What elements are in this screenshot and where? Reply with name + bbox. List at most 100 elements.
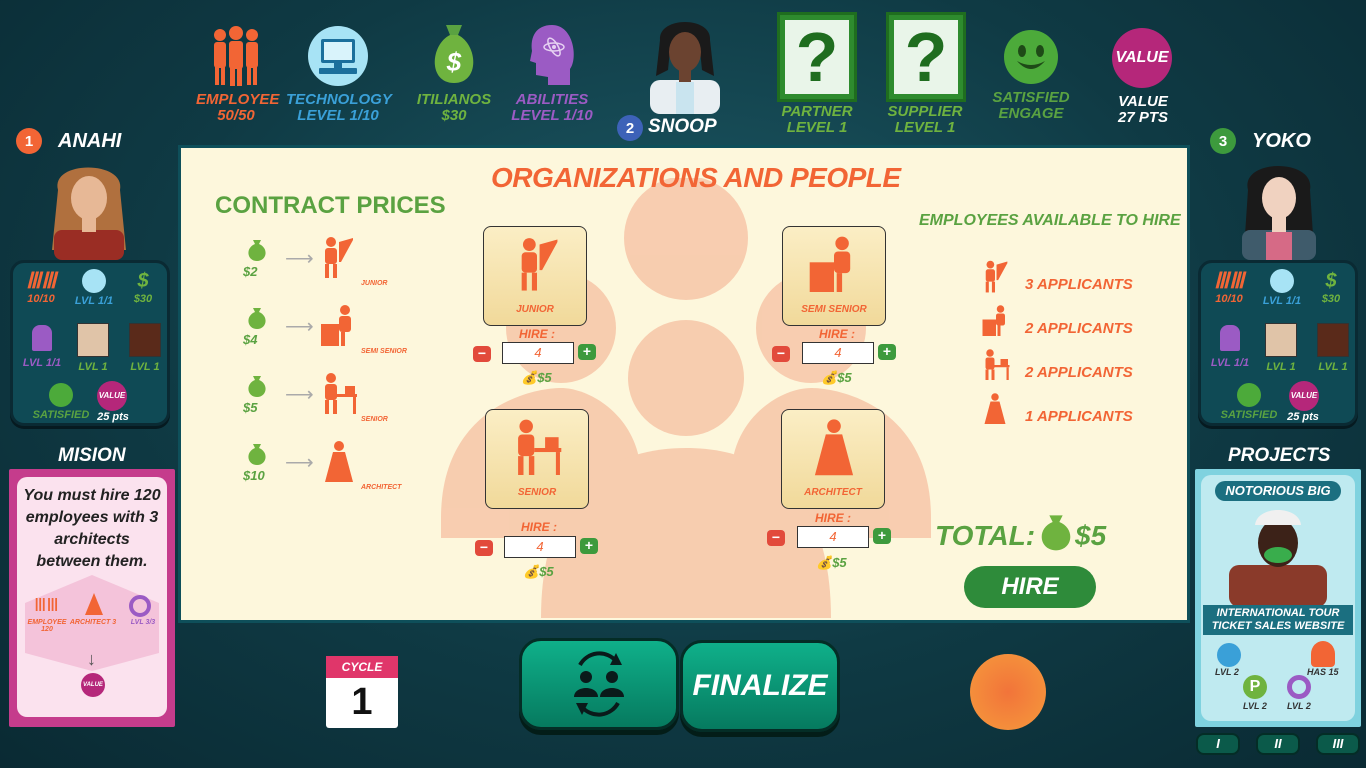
supplier-stat: SUPPLIER LEVEL 1	[872, 104, 978, 136]
price-row-architect: $10 ⟶ ARCHITECT	[243, 440, 403, 496]
project-subtitle: INTERNATIONAL TOUR TICKET SALES WEBSITE	[1203, 605, 1353, 635]
projects-header: PROJECTS	[1228, 445, 1331, 466]
player3-avatar[interactable]	[1226, 150, 1332, 260]
money-bag-icon	[248, 308, 266, 329]
increase-semi-senior-button[interactable]: +	[878, 344, 896, 360]
contract-prices-title: CONTRACT PRICES	[215, 192, 446, 219]
semi-senior-worker-icon	[321, 305, 351, 346]
player3-employees: ⅢⅢ 10/10	[1213, 268, 1245, 306]
hire-label: HIRE :	[819, 327, 855, 341]
technology-stat: TECHNOLOGY LEVEL 1/10	[286, 24, 392, 124]
player3-value-icon: VALUE	[1289, 381, 1319, 411]
abilities-stat: ABILITIES LEVEL 1/10	[504, 20, 600, 124]
arrow-right-icon: ⟶	[285, 248, 314, 270]
player1-supplier: LVL 1	[123, 323, 167, 373]
applicants-count: 1 APPLICANTS	[1025, 408, 1133, 425]
player1-money: $ $30	[133, 270, 153, 305]
price-value: $2	[243, 264, 258, 279]
senior-quantity-input[interactable]: 4	[504, 536, 576, 558]
swap-players-button[interactable]	[519, 638, 679, 730]
available-junior: 3 APPLICANTS	[981, 260, 1201, 306]
increase-architect-button[interactable]: +	[873, 528, 891, 544]
player1-satisfied: SATISFIED	[21, 383, 101, 421]
player1-number: 1	[16, 128, 42, 154]
project-tab-2[interactable]: II	[1256, 733, 1300, 755]
technology-stat-label: TECHNOLOGY	[286, 91, 392, 108]
applicants-count: 2 APPLICANTS	[1025, 364, 1133, 381]
player3-satisfied: SATISFIED	[1209, 383, 1289, 421]
abilities-stat-value: LEVEL 1/10	[511, 107, 593, 124]
decrease-architect-button[interactable]: −	[767, 530, 785, 546]
value-stat: VALUE 27 PTS	[1100, 94, 1186, 126]
player1-points: 25 pts	[97, 411, 129, 423]
mission-header: MISION	[58, 445, 126, 466]
hire-card-role: JUNIOR	[516, 304, 554, 315]
increase-junior-button[interactable]: +	[578, 344, 596, 360]
junior-quantity-input[interactable]: 4	[502, 342, 574, 364]
total-label: TOTAL:	[935, 520, 1036, 551]
architect-cost: 💰$5	[816, 555, 847, 570]
itilianos-stat-label: ITILIANOS	[416, 91, 492, 108]
project-title: NOTORIOUS BIG	[1215, 481, 1341, 501]
supplier-card[interactable]: ?	[886, 12, 966, 102]
satisfied-label: SATISFIED	[992, 89, 1070, 106]
req-employees: HAS 15	[1307, 667, 1339, 677]
available-semi-senior: 2 APPLICANTS	[981, 305, 1201, 350]
supplier-value: LEVEL 1	[894, 119, 956, 136]
money-bag-icon	[248, 240, 266, 261]
player1-partner: LVL 1	[71, 323, 115, 373]
increase-senior-button[interactable]: +	[580, 538, 598, 554]
player1-stats-card[interactable]: ⅢⅢ 10/10 LVL 1/1 $ $30 LVL 1/1 LVL 1 LVL 1…	[10, 260, 170, 426]
player3-stats-card[interactable]: ⅢⅢ 10/10 LVL 1/1 $ $30 LVL 1/1 LVL 1 LVL 1…	[1198, 260, 1358, 426]
hire-button[interactable]: HIRE	[964, 566, 1096, 608]
applicants-count: 2 APPLICANTS	[1025, 320, 1133, 337]
player3-supplier: LVL 1	[1311, 323, 1355, 373]
senior-worker-icon	[325, 373, 357, 414]
junior-worker-icon	[325, 237, 353, 278]
req-tech-level: LVL 2	[1215, 667, 1239, 677]
architect-worker-icon	[325, 441, 353, 482]
hire-card-architect[interactable]: ARCHITECT	[781, 409, 885, 509]
semi-senior-quantity-input[interactable]: 4	[802, 342, 874, 364]
cycle-number: 1	[351, 681, 373, 723]
decrease-junior-button[interactable]: −	[473, 346, 491, 362]
partner-card[interactable]: ?	[777, 12, 857, 102]
hire-card-senior[interactable]: SENIOR	[485, 409, 589, 509]
mission-abilities-label: LVL 3/3	[130, 619, 156, 626]
svg-text:$: $	[446, 47, 462, 77]
architect-quantity-input[interactable]: 4	[797, 526, 869, 548]
mission-text: You must hire 120 employees with 3 archi…	[23, 487, 161, 570]
itilianos-stat-value: $30	[441, 107, 467, 124]
finalize-button[interactable]: FINALIZE	[680, 640, 840, 732]
price-value: $5	[243, 400, 258, 415]
decrease-semi-senior-button[interactable]: −	[772, 346, 790, 362]
arrow-right-icon: ⟶	[285, 384, 314, 406]
price-value: $10	[243, 468, 265, 483]
applicants-count: 3 APPLICANTS	[1025, 276, 1133, 293]
hire-card-semi-senior[interactable]: SEMI SENIOR	[782, 226, 886, 326]
player1-abilities: LVL 1/1	[17, 325, 67, 369]
current-player-avatar[interactable]	[640, 10, 730, 114]
technology-stat-value: LEVEL 1/10	[297, 107, 379, 124]
project-tab-3[interactable]: III	[1316, 733, 1360, 755]
project-card[interactable]: NOTORIOUS BIG INTERNATIONAL TOUR TICKET …	[1195, 469, 1361, 727]
partner-value: LEVEL 1	[786, 119, 848, 136]
arrow-down-icon: ↓	[87, 649, 96, 669]
hire-card-junior[interactable]: JUNIOR	[483, 226, 587, 326]
money-bag-icon	[248, 376, 266, 397]
gear-icon	[129, 595, 151, 617]
mission-card[interactable]: You must hire 120 employees with 3 archi…	[9, 469, 175, 727]
senior-worker-icon	[518, 419, 562, 475]
mission-employee-label: EMPLOYEE 120	[27, 619, 67, 633]
money-bag-icon	[248, 444, 266, 465]
player1-employees: ⅢⅢ 10/10	[25, 268, 57, 306]
architect-worker-icon	[984, 393, 1006, 424]
abilities-gear-icon	[1287, 675, 1311, 699]
price-row-semi-senior: $4 ⟶ SEMI SENIOR	[243, 304, 407, 360]
senior-cost: 💰$5	[523, 564, 554, 579]
player1-avatar[interactable]	[36, 150, 142, 260]
decrease-senior-button[interactable]: −	[475, 540, 493, 556]
employee-stat: EMPLOYEE 50/50	[196, 24, 279, 124]
price-role: SEMI SENIOR	[361, 348, 407, 355]
project-tab-1[interactable]: I	[1196, 733, 1240, 755]
